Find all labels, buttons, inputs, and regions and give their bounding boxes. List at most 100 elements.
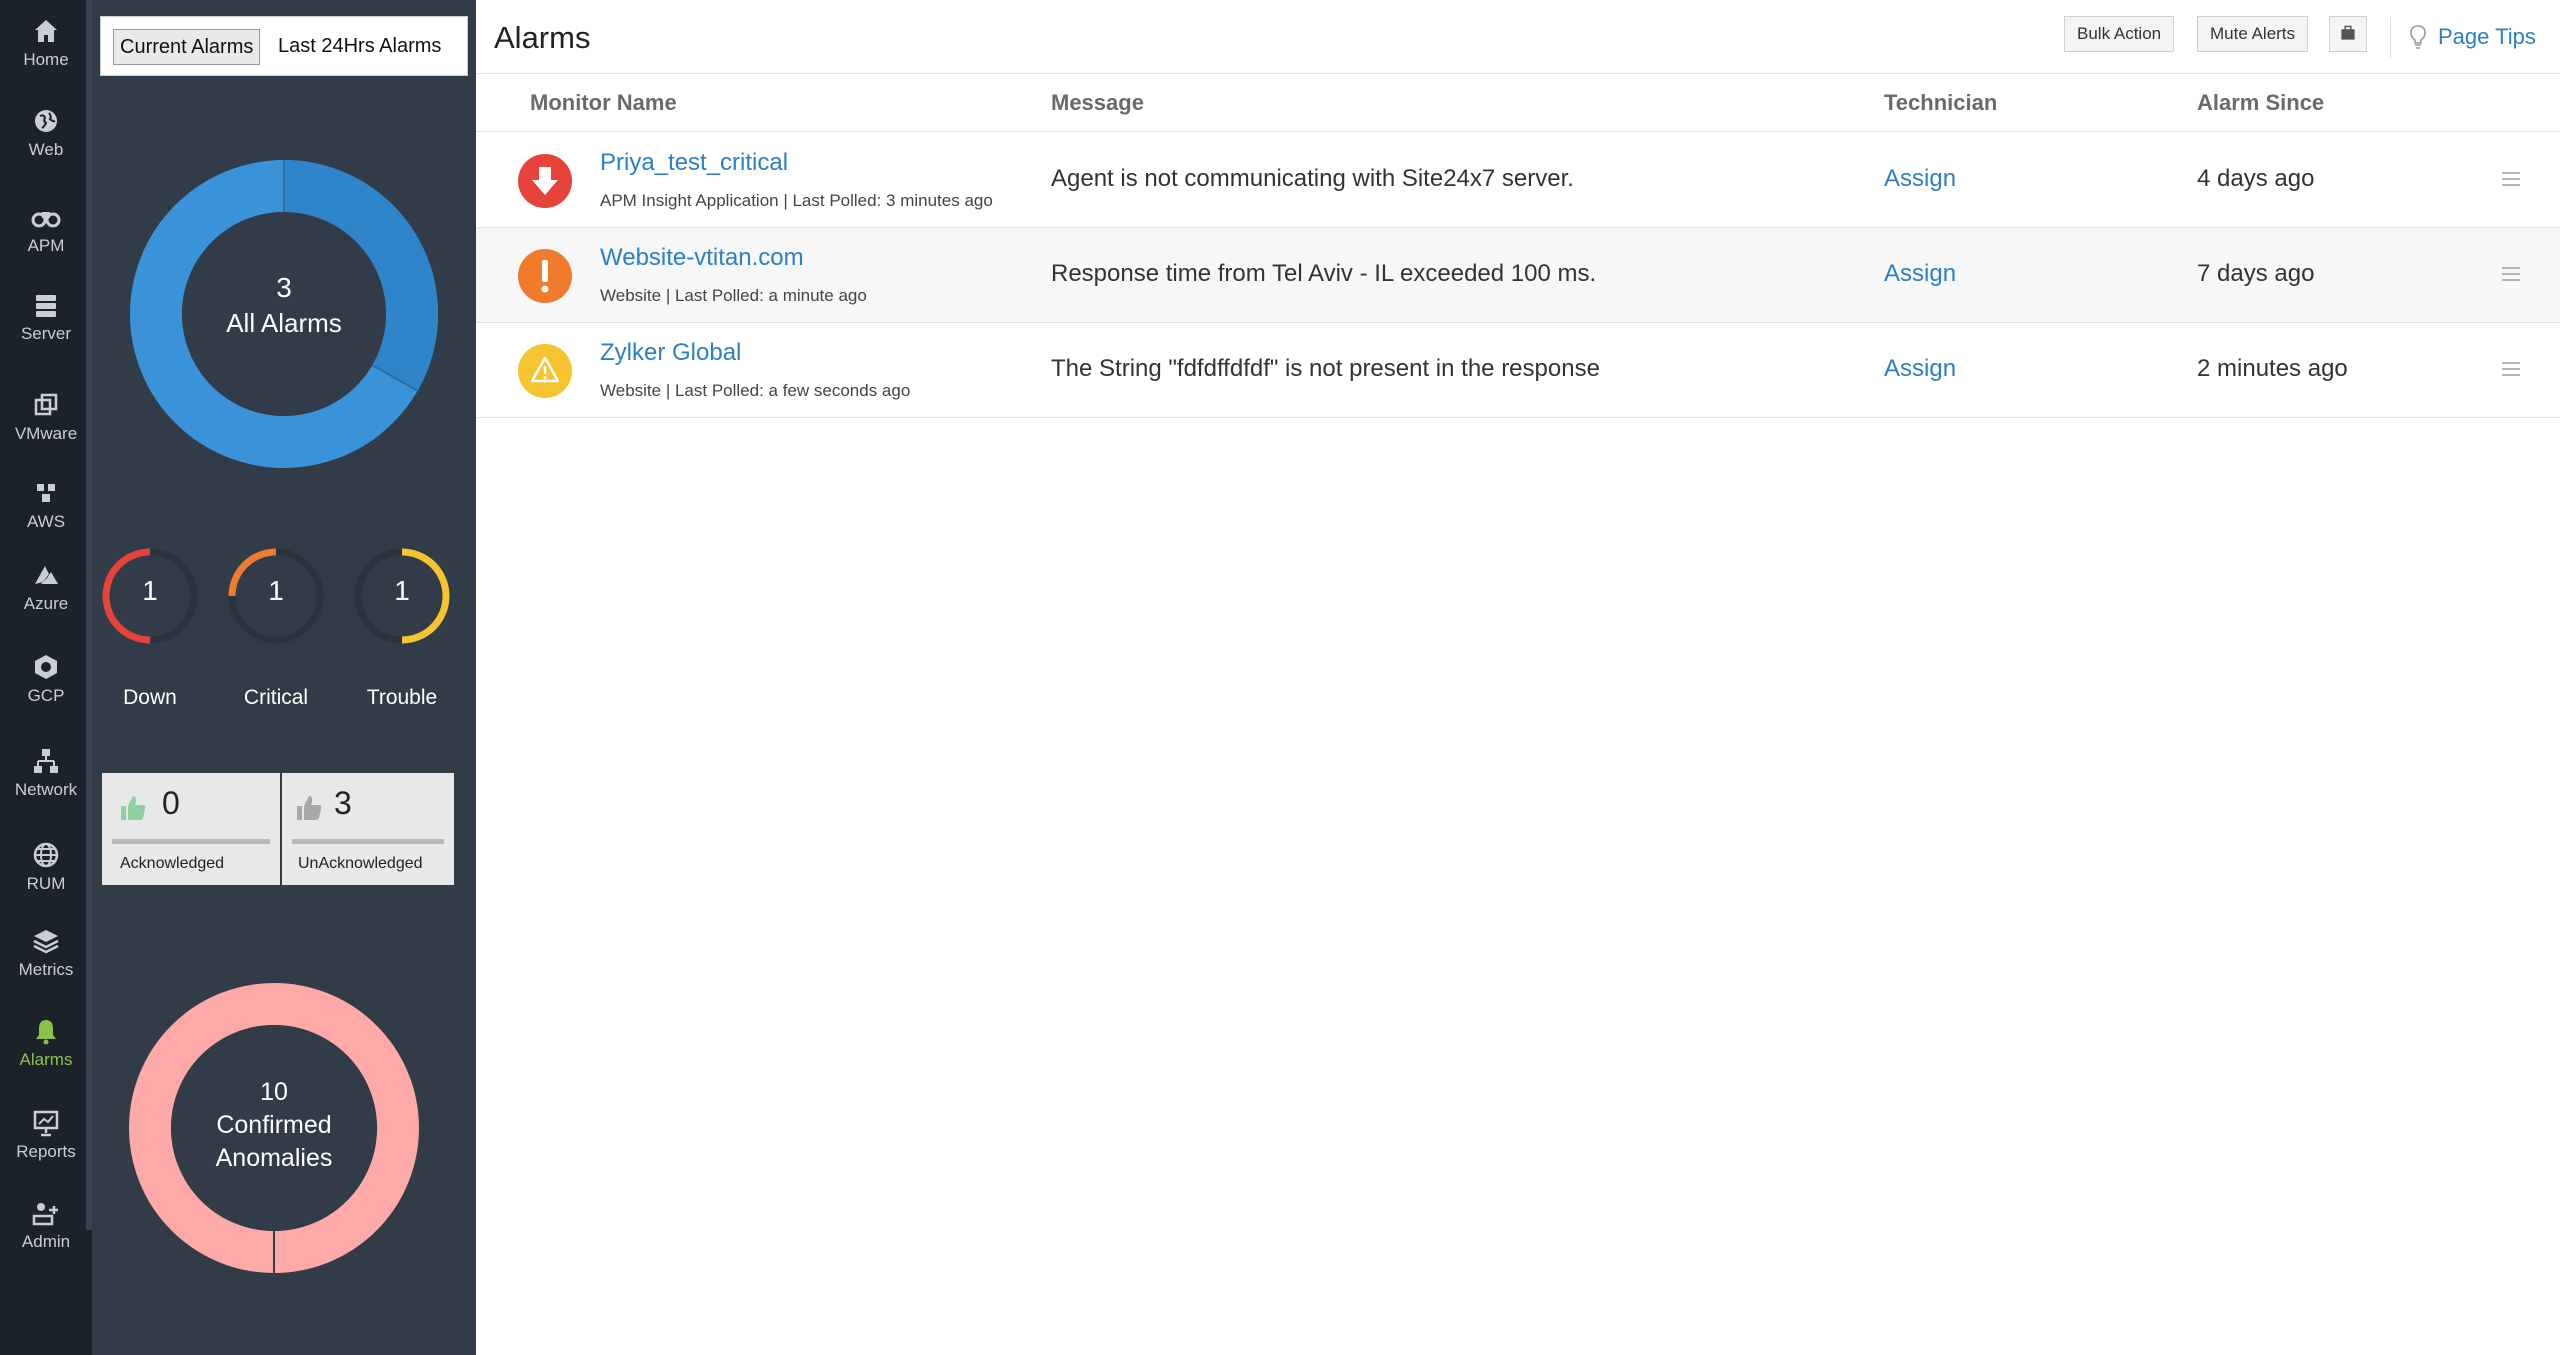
gcp-icon [31,652,61,682]
trouble-status-icon [518,344,572,398]
nav-label: Web [28,140,64,159]
toolbar-divider [2390,18,2391,58]
nav-item-aws[interactable]: AWS [0,478,92,532]
nav-item-rum[interactable]: RUM [0,840,92,894]
mute-alerts-button[interactable]: Mute Alerts [2197,16,2309,52]
column-technician[interactable]: Technician [1884,90,1997,116]
row-menu-icon[interactable] [2502,171,2520,187]
down-status-icon [518,154,572,208]
unacknowledged-count: 3 [334,785,352,821]
layers-icon [31,926,61,956]
table-row[interactable]: Website-vtitan.com Website | Last Polled… [476,228,2560,323]
alarm-since: 4 days ago [2197,165,2315,192]
trouble-label: Trouble [366,686,438,709]
left-nav-rail: Home Web APM Server VMware AWS Azure GCP… [0,0,92,1355]
lightbulb-icon [2410,25,2426,49]
page-tips-label: Page Tips [2438,24,2536,49]
anomalies-line1: Confirmed [216,1111,332,1139]
down-count: 1 [142,575,158,606]
nav-item-admin[interactable]: Admin [0,1198,92,1252]
alarm-since: 7 days ago [2197,260,2315,287]
binoculars-icon [31,202,61,232]
briefcase-button[interactable] [2329,16,2367,52]
nav-item-metrics[interactable]: Metrics [0,926,92,980]
page-title: Alarms [494,20,591,55]
acknowledged-box[interactable]: 0 Acknowledged [102,773,280,885]
nav-label: AWS [26,512,66,531]
monitor-details: Website | Last Polled: a minute ago [600,286,867,305]
nav-label: VMware [14,424,78,443]
nav-item-apm[interactable]: APM [0,202,92,256]
all-alarms-count: 3 [276,272,292,303]
critical-label: Critical [243,686,309,709]
nav-item-server[interactable]: Server [0,290,92,344]
acknowledged-count: 0 [162,785,180,821]
nav-item-vmware[interactable]: VMware [0,390,92,444]
nav-label: APM [27,236,65,255]
nav-item-reports[interactable]: Reports [0,1108,92,1162]
anomalies-line2: Anomalies [215,1144,333,1172]
globe-icon [31,106,61,136]
alarm-period-tabs: Current Alarms Last 24Hrs Alarms [100,16,468,76]
nav-label: GCP [27,686,65,705]
row-menu-icon[interactable] [2502,266,2520,282]
assign-technician-link[interactable]: Assign [1884,165,1956,193]
column-message[interactable]: Message [1051,90,1144,116]
column-alarm-since[interactable]: Alarm Since [2197,90,2324,116]
down-label: Down [123,686,177,709]
assign-technician-link[interactable]: Assign [1884,260,1956,288]
monitor-name-link[interactable]: Zylker Global [600,339,741,367]
monitor-details: APM Insight Application | Last Polled: 3… [600,191,993,210]
tab-current-alarms[interactable]: Current Alarms [113,29,261,65]
confirmed-anomalies-label: 10 Confirmed Anomalies [126,1076,422,1175]
alarm-message: The String "fdfdffdfdf" is not present i… [1051,355,1600,382]
nav-label: Metrics [18,960,74,979]
tab-last-24hrs-alarms[interactable]: Last 24Hrs Alarms [272,29,447,65]
bell-icon [31,1016,61,1046]
azure-icon [31,560,61,590]
unacknowledged-label: UnAcknowledged [298,855,423,872]
alarm-since: 2 minutes ago [2197,355,2348,382]
monitor-details: Website | Last Polled: a few seconds ago [600,381,911,400]
column-monitor-name[interactable]: Monitor Name [530,90,677,116]
anomalies-count: 10 [260,1078,288,1106]
thumbs-up-icon [121,796,146,820]
assign-technician-link[interactable]: Assign [1884,355,1956,383]
nav-item-azure[interactable]: Azure [0,560,92,614]
unacknowledged-box[interactable]: 3 UnAcknowledged [282,773,454,885]
nav-label: Network [14,780,78,799]
nav-item-gcp[interactable]: GCP [0,652,92,706]
table-row[interactable]: Zylker Global Website | Last Polled: a f… [476,323,2560,418]
nav-label: RUM [26,874,66,893]
page-header: Alarms Bulk Action Mute Alerts Page Tips [476,0,2560,74]
critical-status-icon [518,249,572,303]
all-alarms-text: All Alarms [226,308,342,338]
network-icon [31,746,61,776]
alarm-message: Response time from Tel Aviv - IL exceede… [1051,260,1597,287]
nav-item-network[interactable]: Network [0,746,92,800]
briefcase-icon [2341,25,2355,40]
nav-item-alarms[interactable]: Alarms [0,1016,92,1070]
row-menu-icon[interactable] [2502,361,2520,377]
table-header: Monitor Name Message Technician Alarm Si… [476,74,2560,132]
thumbs-up-icon [297,796,322,820]
monitor-name-link[interactable]: Website-vtitan.com [600,244,804,272]
alarm-message: Agent is not communicating with Site24x7… [1051,165,1574,192]
aws-icon [31,478,61,508]
vmware-icon [31,390,61,420]
nav-label: Home [23,50,69,69]
bulk-action-button[interactable]: Bulk Action [2064,16,2175,52]
table-row[interactable]: Priya_test_critical APM Insight Applicat… [476,133,2560,228]
unacknowledged-bar [292,839,444,844]
nav-label: Admin [21,1232,71,1251]
critical-count: 1 [268,575,284,606]
reports-icon [31,1108,61,1138]
nav-item-home[interactable]: Home [0,16,92,70]
monitor-name-link[interactable]: Priya_test_critical [600,149,788,177]
nav-label: Alarms [19,1050,73,1069]
server-icon [31,290,61,320]
nav-label: Azure [23,594,69,613]
nav-item-web[interactable]: Web [0,106,92,160]
acknowledged-label: Acknowledged [120,855,225,872]
home-icon [31,16,61,46]
